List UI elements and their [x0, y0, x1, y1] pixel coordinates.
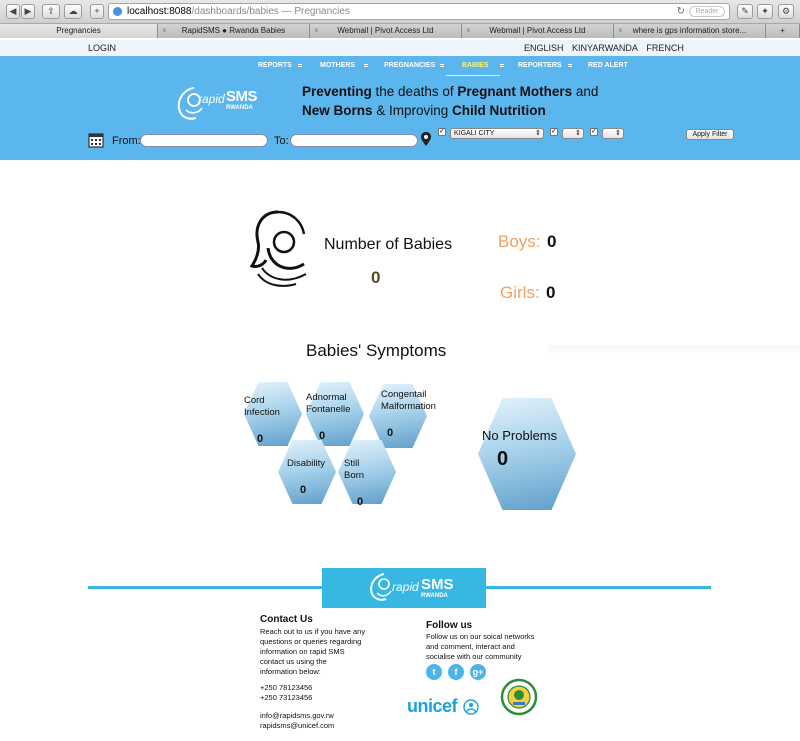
follow-us-title: Follow us	[426, 620, 473, 631]
google-plus-icon[interactable]: g+	[470, 664, 486, 680]
new-tab-button[interactable]: +	[90, 4, 104, 19]
puzzle-icon[interactable]: ✎	[737, 4, 753, 19]
symptom-disability[interactable]	[278, 440, 336, 504]
settings-icon[interactable]: ⚙	[778, 4, 794, 19]
girls-label: Girls:	[500, 283, 540, 302]
from-label: From:	[112, 135, 141, 147]
contact-us-title: Contact Us	[260, 614, 313, 625]
language-switcher: ENGLISH KINYARWANDA FRENCH	[524, 43, 690, 53]
email-unicef[interactable]: rapidsms@unicef.com	[260, 721, 334, 730]
calendar-icon[interactable]	[88, 132, 104, 148]
tab-strip: Pregnancies × RapidSMS ● Rwanda Babies × W…	[0, 24, 800, 38]
reader-button[interactable]: Reader	[689, 6, 725, 17]
tab-pregnancies[interactable]: Pregnancies	[0, 24, 158, 38]
disability-count: 0	[300, 484, 307, 496]
cloud-icon[interactable]: ☁	[64, 4, 82, 19]
sector-checkbox[interactable]: ✓	[590, 128, 598, 136]
login-link[interactable]: LOGIN	[88, 43, 116, 53]
contact-us-text: Reach out to us if you have any question…	[260, 627, 366, 676]
no-problems-label: No Problems	[482, 428, 558, 443]
lang-english[interactable]: ENGLISH	[524, 43, 564, 53]
from-date-input[interactable]	[140, 134, 268, 147]
province-checkbox[interactable]: ✓	[438, 128, 446, 136]
district-checkbox[interactable]: ✓	[550, 128, 558, 136]
top-bar: LOGIN ENGLISH KINYARWANDA FRENCH	[0, 40, 800, 56]
phone-2: +250 73123456	[260, 693, 313, 702]
cord-infection-label: Cord Infection	[244, 395, 280, 418]
mother-baby-icon	[249, 210, 307, 287]
nav-red-alert[interactable]: RED ALERT	[588, 62, 628, 69]
lang-french[interactable]: FRENCH	[646, 43, 684, 53]
boys-label: Boys:	[498, 232, 541, 251]
email-info[interactable]: info@rapidsms.gov.rw	[260, 711, 334, 720]
tab-rapidsms[interactable]: × RapidSMS ● Rwanda Babies	[158, 24, 310, 38]
facebook-icon[interactable]: f	[448, 664, 464, 680]
no-problems-card[interactable]	[478, 398, 576, 510]
unicef-logo: unicef	[407, 696, 458, 716]
close-icon[interactable]: ×	[466, 24, 471, 38]
phone-1: +250 78123456	[260, 683, 313, 692]
contact-emails: info@rapidsms.gov.rw rapidsms@unicef.com	[260, 711, 334, 731]
bookmark-icon[interactable]: ✦	[757, 4, 773, 19]
close-icon[interactable]: ×	[162, 24, 167, 38]
footer-rapidsms-logo[interactable]: rapid SMS RWANDA	[322, 568, 486, 608]
forward-button[interactable]: ▶	[21, 4, 35, 19]
number-of-babies-label: Number of Babies	[324, 236, 453, 253]
nav-reports[interactable]: REPORTS	[258, 62, 292, 69]
follow-us-text: Follow us on our soical networks and com…	[426, 632, 535, 661]
nav-mothers[interactable]: MOTHERS	[320, 62, 355, 69]
unicef-emblem-icon	[463, 699, 479, 715]
disability-label: Disability	[287, 458, 326, 469]
abnormal-fontanelle-label: Adnormal Fontanelle	[306, 392, 351, 415]
babies-symptoms-title: Babies' Symptoms	[306, 341, 447, 360]
tab-gps[interactable]: × where is gps information store...	[614, 24, 766, 38]
sector-select[interactable]: ⇕	[602, 128, 624, 139]
globe-icon	[113, 7, 122, 16]
close-icon[interactable]: ×	[618, 24, 623, 38]
congenital-malformation-label: Congentail Malformation	[381, 389, 436, 412]
still-born-label: Still Born	[344, 458, 365, 481]
reload-icon[interactable]: ↻	[677, 6, 685, 17]
number-of-babies-value: 0	[371, 268, 381, 287]
nav-babies[interactable]: BABIES	[462, 62, 488, 69]
decorative-divider	[548, 345, 800, 355]
close-icon[interactable]: ×	[314, 24, 319, 38]
header-tagline: Preventing the deaths of Pregnant Mother…	[302, 84, 599, 118]
to-label: To:	[274, 135, 289, 147]
lang-kinyarwanda[interactable]: KINYARWANDA	[572, 43, 638, 53]
tab-overflow-icon[interactable]: +	[766, 24, 800, 38]
share-icon[interactable]: ⇪	[42, 4, 60, 19]
contact-phones: +250 78123456 +250 73123456	[260, 683, 312, 703]
tab-webmail-1[interactable]: × Webmail | Pivot Access Ltd	[310, 24, 462, 38]
no-problems-value: 0	[497, 448, 509, 470]
browser-toolbar: ◀ ▶ ⇪ ☁ + localhost:8088/dashboards/babi…	[0, 0, 800, 24]
nav-active-indicator	[446, 75, 500, 76]
girls-value: 0	[546, 283, 556, 302]
nav-reporters[interactable]: REPORTERS	[518, 62, 562, 69]
district-select[interactable]: ⇕	[562, 128, 584, 139]
url-text: localhost:8088/dashboards/babies — Pregn…	[127, 6, 350, 17]
province-select[interactable]: KIGALI CITY ⇕	[450, 128, 544, 139]
apply-filter-button[interactable]: Apply Filter	[686, 129, 734, 140]
congenital-malformation-count: 0	[387, 427, 394, 439]
boys-value: 0	[547, 232, 557, 251]
back-button[interactable]: ◀	[6, 4, 20, 19]
to-date-input[interactable]	[290, 134, 418, 147]
map-pin-icon[interactable]	[421, 132, 431, 146]
tab-webmail-2[interactable]: × Webmail | Pivot Access Ltd	[462, 24, 614, 38]
rwanda-coat-of-arms-icon	[500, 678, 538, 716]
address-bar[interactable]: localhost:8088/dashboards/babies — Pregn…	[108, 3, 730, 20]
still-born-count: 0	[357, 496, 364, 508]
cord-infection-count: 0	[257, 433, 264, 445]
rapidsms-logo[interactable]: rapid SMS RWANDA	[170, 82, 270, 126]
nav-pregnancies[interactable]: PREGNANCIES	[384, 62, 435, 69]
twitter-icon[interactable]: t	[426, 664, 442, 680]
